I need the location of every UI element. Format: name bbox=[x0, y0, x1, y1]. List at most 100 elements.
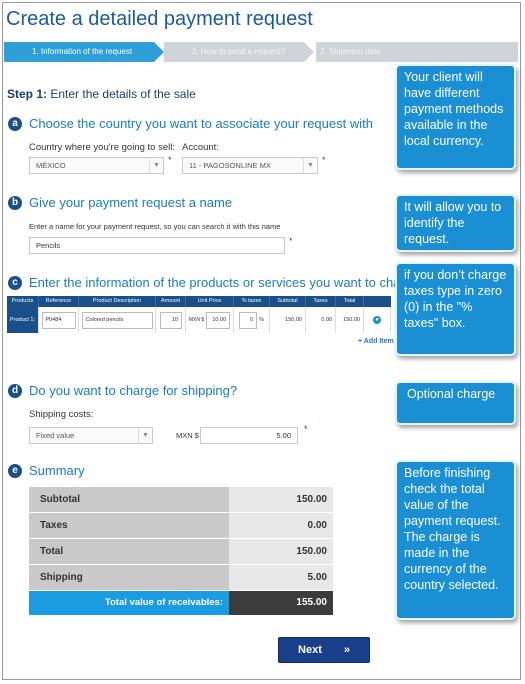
unit-price-input[interactable]: 10.00 bbox=[206, 311, 231, 329]
taxes-pct-cell: 0 % bbox=[234, 307, 270, 333]
summary-table: Subtotal 150.00 Taxes 0.00 Total 150.00 … bbox=[29, 487, 333, 615]
step-3-tab[interactable]: 3. Shipment data bbox=[316, 42, 518, 62]
next-button-label: Next bbox=[298, 644, 322, 656]
section-b-badge: b bbox=[8, 195, 22, 210]
page-title: Create a detailed payment request bbox=[6, 8, 313, 30]
remove-item-icon[interactable]: ● bbox=[373, 316, 381, 324]
callout-optional-charge: Optional charge bbox=[395, 381, 516, 425]
col-products: Products bbox=[7, 296, 39, 307]
step-arrow bbox=[304, 42, 314, 62]
taxes-cell: 0.00 bbox=[306, 307, 336, 333]
products-table: Products Reference Product Description A… bbox=[7, 296, 391, 333]
product-label: Product 1: bbox=[7, 307, 39, 333]
col-amount: Amount bbox=[156, 296, 186, 307]
request-name-input[interactable]: Pencils bbox=[29, 237, 285, 254]
section-c-heading: c Enter the information of the products … bbox=[8, 275, 419, 290]
section-b-heading: b Give your payment request a name bbox=[8, 195, 232, 210]
section-e-badge: e bbox=[8, 463, 22, 478]
step-3-label: 3. Shipment data bbox=[320, 47, 381, 56]
col-taxes-pct: % taxes bbox=[234, 296, 270, 307]
products-table-header: Products Reference Product Description A… bbox=[7, 296, 391, 307]
required-mark: * bbox=[322, 155, 326, 165]
col-description: Product Description bbox=[79, 296, 156, 307]
summary-row-total: Total 150.00 bbox=[29, 539, 333, 565]
add-item-link[interactable]: + Add Item bbox=[358, 338, 394, 345]
shipping-value: 5.00 bbox=[276, 431, 291, 440]
steps-progress: 1. Information of the request 2. How to … bbox=[4, 42, 518, 62]
unit-price-currency: MXN $ bbox=[188, 317, 205, 323]
country-select[interactable]: MÉXICO ▼ bbox=[29, 157, 164, 174]
summary-label: Subtotal bbox=[29, 487, 229, 512]
name-hint: Enter a name for your payment request, s… bbox=[29, 222, 281, 231]
col-unit-price: Unit Price bbox=[186, 296, 234, 307]
table-row: Product 1: P0484 Colored pencils 10 MXN … bbox=[7, 307, 391, 333]
step-arrow bbox=[154, 42, 164, 62]
shipping-value-input[interactable]: 5.00 bbox=[200, 427, 298, 444]
section-c-badge: c bbox=[8, 275, 22, 290]
amount-cell: 10 bbox=[156, 307, 186, 333]
callout-payment-methods: Your client will have different payment … bbox=[395, 64, 516, 170]
chevron-down-icon: ▼ bbox=[303, 158, 317, 173]
grand-total-value: 155.00 bbox=[229, 591, 333, 615]
account-select[interactable]: 11 - PAGOSONLINE MX ▼ bbox=[182, 157, 318, 174]
section-a-badge: a bbox=[8, 116, 22, 131]
account-label: Account: bbox=[182, 142, 219, 153]
col-action bbox=[364, 296, 391, 307]
account-select-value: 11 - PAGOSONLINE MX bbox=[189, 161, 271, 170]
required-mark: * bbox=[168, 155, 172, 165]
callout-taxes: if you don’t charge taxes type in zero (… bbox=[395, 262, 516, 356]
taxes-pct-input[interactable]: 0 bbox=[239, 311, 258, 329]
country-label: Country where you're going to sell: bbox=[29, 142, 175, 153]
unit-price-cell: MXN $ 10.00 bbox=[186, 307, 234, 333]
shipping-label: Shipping costs: bbox=[29, 409, 94, 420]
summary-row-taxes: Taxes 0.00 bbox=[29, 513, 333, 539]
shipping-currency: MXN $ bbox=[176, 431, 199, 440]
subtotal-cell: 150.00 bbox=[270, 307, 306, 333]
summary-label: Total bbox=[29, 539, 229, 564]
description-input[interactable]: Colored pencils bbox=[81, 311, 153, 329]
pct-sign: % bbox=[259, 317, 264, 323]
step-1-tab[interactable]: 1. Information of the request bbox=[4, 42, 154, 62]
step-prefix: Step 1: bbox=[7, 87, 48, 101]
section-e-title: Summary bbox=[29, 463, 85, 478]
callout-identify-request: It will allow you to identify the reques… bbox=[395, 194, 516, 252]
remove-cell: ● bbox=[364, 307, 391, 333]
shipping-type-value: Fixed value bbox=[36, 431, 75, 440]
section-a-heading: a Choose the country you want to associa… bbox=[8, 116, 373, 131]
summary-row-grand-total: Total value of receivables: 155.00 bbox=[29, 591, 333, 615]
col-reference: Reference bbox=[39, 296, 79, 307]
callout-summary: Before finishing check the total value o… bbox=[395, 460, 516, 620]
step-text: Enter the details of the sale bbox=[50, 87, 196, 101]
chevron-down-icon: ▼ bbox=[138, 428, 152, 443]
summary-value: 0.00 bbox=[229, 513, 333, 538]
amount-input[interactable]: 10 bbox=[160, 311, 182, 329]
section-d-heading: d Do you want to charge for shipping? bbox=[8, 383, 237, 398]
total-cell: 150.00 bbox=[336, 307, 364, 333]
col-subtotal: Subtotal bbox=[270, 296, 306, 307]
request-name-value: Pencils bbox=[36, 241, 61, 250]
summary-value: 150.00 bbox=[229, 487, 333, 512]
shipping-type-select[interactable]: Fixed value ▼ bbox=[29, 427, 153, 444]
col-taxes: Taxes bbox=[306, 296, 336, 307]
section-e-heading: e Summary bbox=[8, 463, 85, 478]
section-d-title: Do you want to charge for shipping? bbox=[29, 383, 238, 398]
reference-input[interactable]: P0484 bbox=[41, 311, 76, 329]
step-1-label: 1. Information of the request bbox=[32, 47, 133, 56]
next-button[interactable]: Next » bbox=[278, 637, 370, 663]
summary-label: Shipping bbox=[29, 565, 229, 590]
grand-total-label: Total value of receivables: bbox=[29, 591, 229, 615]
required-mark: * bbox=[289, 236, 293, 246]
summary-value: 5.00 bbox=[229, 565, 333, 590]
reference-cell: P0484 bbox=[39, 307, 79, 333]
step-2-label: 2. How to send a request? bbox=[192, 47, 286, 56]
step-heading: Step 1: Enter the details of the sale bbox=[7, 87, 196, 101]
country-select-value: MÉXICO bbox=[36, 161, 66, 170]
section-d-badge: d bbox=[8, 383, 22, 398]
chevron-down-icon: ▼ bbox=[149, 158, 163, 173]
summary-row-subtotal: Subtotal 150.00 bbox=[29, 487, 333, 513]
required-mark: * bbox=[304, 424, 308, 434]
col-total: Total bbox=[336, 296, 364, 307]
step-2-tab[interactable]: 2. How to send a request? bbox=[164, 42, 304, 62]
summary-row-shipping: Shipping 5.00 bbox=[29, 565, 333, 591]
section-b-title: Give your payment request a name bbox=[29, 195, 233, 210]
